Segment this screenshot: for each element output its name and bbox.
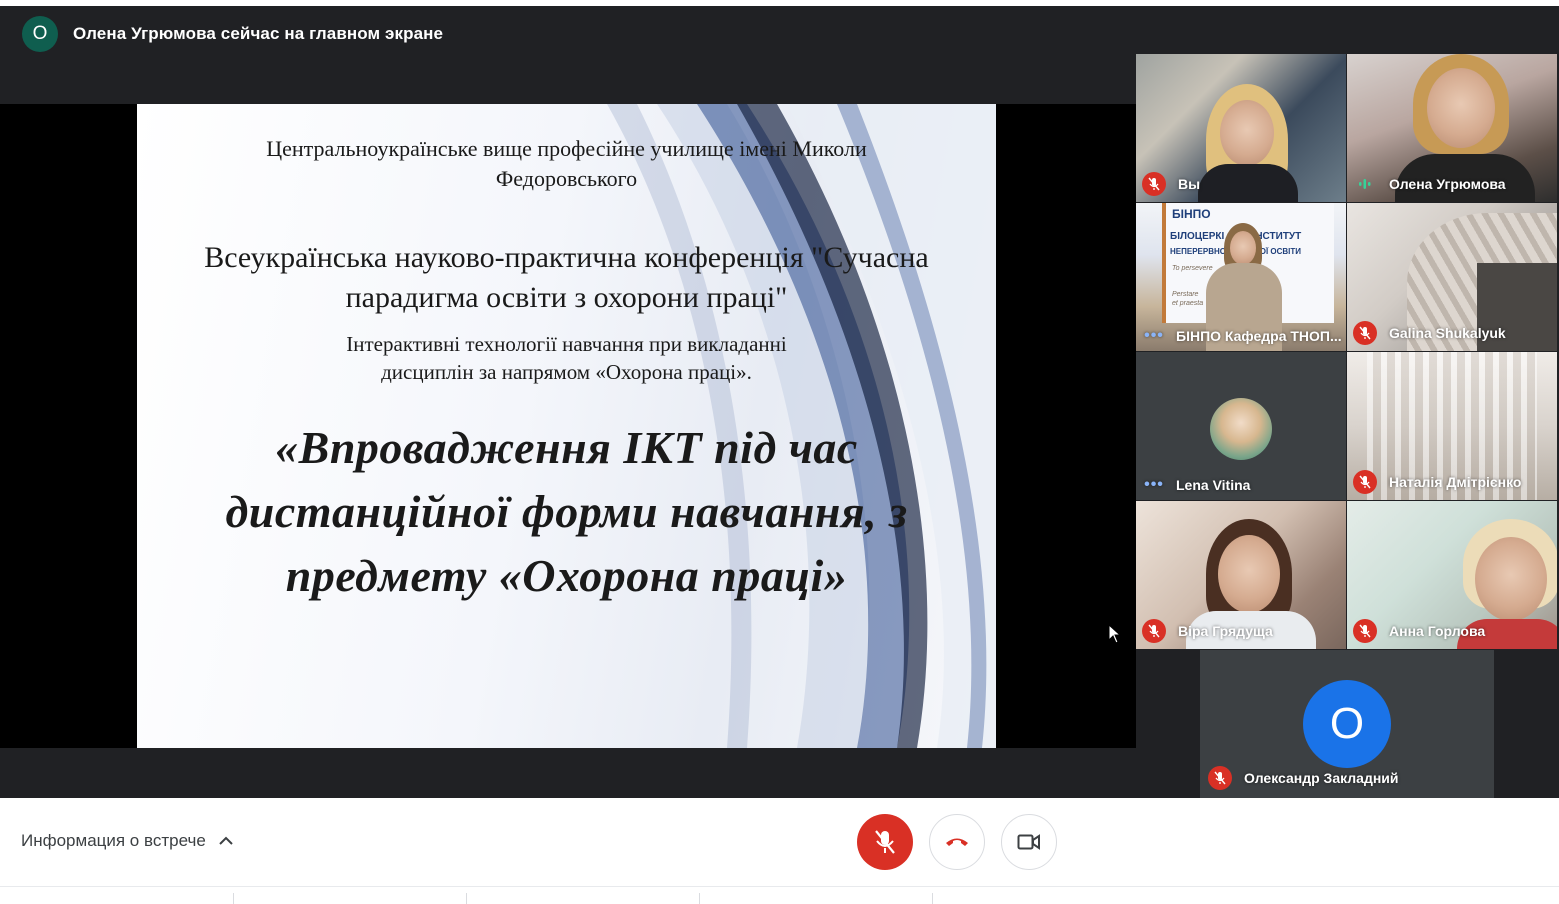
mic-off-icon — [1208, 766, 1232, 790]
participant-name-label: Вы — [1142, 172, 1200, 196]
divider-tick — [699, 893, 700, 904]
participant-name-label: ••• БІНПО Кафедра ТНОП... — [1142, 327, 1342, 345]
call-end-icon — [946, 838, 968, 846]
participant-name: Наталія Дмітрієнко — [1389, 474, 1522, 490]
banner-line: To persevere — [1172, 265, 1213, 272]
participant-name: Олександр Закладний — [1244, 770, 1399, 786]
divider-tick — [932, 893, 933, 904]
leave-call-button[interactable] — [929, 814, 985, 870]
participant-tile[interactable]: Віра Грядуща — [1136, 501, 1346, 649]
participant-tile[interactable]: БІНПО БІЛОЦЕРКІ ИЙ ІНСТИТУТ НЕПЕРЕРВНО Е… — [1136, 203, 1346, 351]
divider-tick — [233, 893, 234, 904]
banner-line: et praesta — [1172, 300, 1204, 307]
participant-name-label: Анна Горлова — [1353, 619, 1485, 643]
mic-off-icon — [1353, 470, 1377, 494]
participant-avatar: О — [1303, 680, 1391, 768]
participant-tile[interactable]: Galina Shukalyuk — [1347, 203, 1557, 351]
participant-name: Вы — [1178, 176, 1201, 192]
participant-tile[interactable]: Наталія Дмітрієнко — [1347, 352, 1557, 500]
shared-slide: Центральноукраїнське вище професійне учи… — [137, 104, 996, 748]
participant-face — [1220, 100, 1274, 166]
mic-off-icon — [1142, 172, 1166, 196]
banner-line: Perstare — [1172, 291, 1199, 298]
chevron-up-icon — [219, 836, 233, 845]
participant-name-label: Наталія Дмітрієнко — [1353, 470, 1521, 494]
more-dots-icon: ••• — [1144, 327, 1164, 344]
participant-name: БІНПО Кафедра ТНОП... — [1176, 328, 1342, 344]
participant-avatar — [1210, 398, 1272, 460]
divider-tick — [466, 893, 467, 904]
meeting-info-label: Информация о встрече — [21, 831, 206, 850]
slide-subtitle: Інтерактивні технології навчання при вик… — [346, 332, 787, 384]
meeting-info-button[interactable]: Информация о встрече — [21, 831, 234, 851]
participant-name: Анна Горлова — [1389, 623, 1486, 639]
mic-off-icon — [875, 830, 895, 854]
speaking-indicator-icon — [1353, 172, 1377, 196]
participant-tile[interactable]: Вы — [1136, 54, 1346, 202]
presentation-area[interactable]: Центральноукраїнське вище професійне учи… — [0, 104, 1136, 748]
participant-tile[interactable]: ••• Lena Vitina — [1136, 352, 1346, 500]
mic-off-icon — [1142, 619, 1166, 643]
presenter-status: Олена Угрюмова сейчас на главном экране — [73, 24, 444, 43]
mic-off-icon — [1353, 619, 1377, 643]
participant-face — [1218, 535, 1280, 613]
bottom-divider — [0, 886, 1559, 904]
participant-name-label: Олена Угрюмова — [1353, 172, 1506, 196]
meeting-stage: О Олена Угрюмова сейчас на главном экран… — [0, 6, 1559, 798]
participant-name-label: Віра Грядуща — [1142, 619, 1273, 643]
slide-conference-title: Всеукраїнська науково-практична конферен… — [204, 241, 929, 314]
videocam-icon — [1017, 834, 1040, 850]
slide-topic: «Впровадження ІКТ під час дистанційної ф… — [225, 422, 908, 601]
slide-institution: Центральноукраїнське вище професійне учи… — [266, 136, 867, 191]
toggle-mic-button[interactable] — [857, 814, 913, 870]
participant-tile[interactable]: О Олександр Закладний — [1200, 650, 1494, 798]
participant-face — [1230, 231, 1256, 265]
participant-name-label: Олександр Закладний — [1208, 766, 1399, 790]
presenter-avatar: О — [22, 16, 58, 52]
mouse-cursor-icon — [1108, 624, 1122, 644]
participant-name: Lena Vitina — [1176, 477, 1251, 493]
participant-name: Віра Грядуща — [1178, 623, 1273, 639]
participant-body — [1198, 164, 1298, 202]
participant-face — [1475, 537, 1547, 621]
participant-tile[interactable]: Олена Угрюмова — [1347, 54, 1557, 202]
participant-name: Олена Угрюмова — [1389, 176, 1506, 192]
banner-brand: БІНПО — [1172, 207, 1211, 221]
participant-name: Galina Shukalyuk — [1389, 325, 1506, 341]
bottom-control-bar: Информация о встрече — [0, 798, 1559, 904]
participant-face — [1427, 68, 1495, 148]
more-dots-icon: ••• — [1144, 476, 1164, 493]
participant-tile[interactable]: Анна Горлова — [1347, 501, 1557, 649]
toggle-camera-button[interactable] — [1001, 814, 1057, 870]
participant-name-label: Galina Shukalyuk — [1353, 321, 1506, 345]
presenter-bar: О Олена Угрюмова сейчас на главном экран… — [0, 6, 1136, 104]
mic-off-icon — [1353, 321, 1377, 345]
participant-name-label: ••• Lena Vitina — [1142, 476, 1250, 494]
